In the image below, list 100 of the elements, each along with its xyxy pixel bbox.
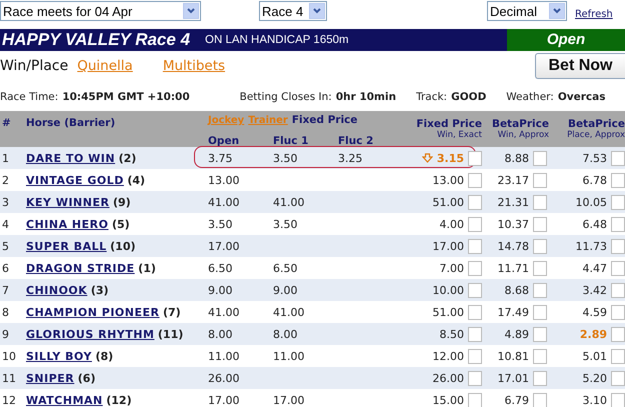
row-number: 1	[2, 152, 9, 164]
bet-type-tab[interactable]: Win/Place	[0, 58, 68, 74]
bet-checkbox[interactable]	[533, 172, 547, 188]
horse-link[interactable]: CHINOOK	[26, 284, 88, 296]
column-header: BetaPrice Place, Approx	[567, 118, 625, 140]
bet-checkbox[interactable]	[533, 282, 547, 298]
bet-checkbox[interactable]	[611, 260, 625, 276]
bet-checkbox[interactable]	[611, 238, 625, 254]
price-value: 3.15	[436, 152, 464, 164]
bet-checkbox[interactable]	[533, 194, 547, 210]
bet-now-button[interactable]: Bet Now	[535, 53, 625, 79]
horse-link[interactable]: VINTAGE GOLD	[26, 174, 124, 186]
bet-checkbox[interactable]	[611, 194, 625, 210]
horse-link[interactable]: WATCHMAN	[26, 394, 103, 406]
open-price: 17.00	[208, 394, 240, 406]
bet-checkbox[interactable]	[468, 392, 482, 407]
bet-checkbox[interactable]	[611, 326, 625, 342]
bet-checkbox[interactable]	[468, 348, 482, 364]
price-value: 10.81	[498, 350, 529, 362]
column-header: Horse (Barrier)	[26, 117, 116, 129]
bet-checkbox[interactable]	[611, 370, 625, 386]
bet-checkbox[interactable]	[468, 304, 482, 320]
bet-checkbox[interactable]	[611, 282, 625, 298]
price-value: 14.78	[498, 240, 529, 252]
price-value: 51.00	[432, 306, 464, 318]
price-value: 6.48	[582, 218, 607, 230]
price-value: 17.00	[432, 240, 464, 252]
bet-checkbox[interactable]	[611, 172, 625, 188]
column-header: Fixed Price	[292, 114, 358, 126]
price-value: 8.88	[504, 152, 529, 164]
bet-checkbox[interactable]	[533, 150, 547, 166]
bet-checkbox[interactable]	[468, 260, 482, 276]
bet-checkbox[interactable]	[611, 348, 625, 364]
bet-checkbox[interactable]	[468, 326, 482, 342]
row-number: 4	[2, 218, 9, 230]
price-value: 7.53	[582, 152, 607, 164]
horse-link[interactable]: CHINA HERO	[26, 218, 108, 230]
bet-checkbox[interactable]	[468, 150, 482, 166]
horse-link[interactable]: SNIPER	[26, 372, 74, 384]
refresh-link[interactable]: Refresh	[575, 8, 613, 20]
dropdown-select[interactable]: Decimal	[487, 1, 567, 21]
bet-checkbox[interactable]	[468, 282, 482, 298]
bet-checkbox[interactable]	[533, 348, 547, 364]
race-title: HAPPY VALLEY Race 4	[1, 29, 192, 51]
bet-checkbox[interactable]	[468, 238, 482, 254]
bet-checkbox[interactable]	[611, 150, 625, 166]
column-header: Open	[208, 135, 240, 147]
column-header: Fluc 1	[273, 135, 308, 147]
barrier-number: (9)	[112, 196, 131, 208]
price-value: 4.00	[440, 218, 464, 230]
horse-link[interactable]: GLORIOUS RHYTHM	[26, 328, 154, 340]
bet-checkbox[interactable]	[611, 392, 625, 407]
open-price: 26.00	[208, 372, 240, 384]
price-value: 51.00	[432, 196, 464, 208]
price-value: 21.31	[498, 196, 529, 208]
fluc-price: 3.50	[273, 152, 298, 164]
bet-checkbox[interactable]	[533, 238, 547, 254]
horse-link[interactable]: DARE TO WIN	[26, 152, 116, 164]
bet-checkbox[interactable]	[468, 370, 482, 386]
horse-link[interactable]: SILLY BOY	[26, 350, 92, 362]
bet-checkbox[interactable]	[468, 216, 482, 232]
column-header: Fluc 2	[338, 135, 374, 147]
bet-checkbox[interactable]	[611, 304, 625, 320]
horse-link[interactable]: KEY WINNER	[26, 196, 110, 208]
horse-link[interactable]: CHAMPION PIONEER	[26, 306, 160, 318]
price-value: 6.79	[504, 394, 529, 406]
race-subtitle: ON LAN HANDICAP 1650m	[205, 33, 350, 48]
price-value: 17.01	[498, 372, 529, 384]
row-number: 11	[2, 372, 16, 384]
barrier-number: (11)	[158, 328, 184, 340]
fluc-price: 6.50	[273, 262, 298, 274]
fluc-price: 3.25	[338, 152, 362, 164]
barrier-number: (10)	[110, 240, 136, 252]
column-header: Fixed Price Win, Exact	[416, 118, 482, 140]
info-value: Overcas	[558, 91, 606, 103]
row-number: 5	[2, 240, 9, 252]
price-value: 3.10	[582, 394, 607, 406]
bet-checkbox[interactable]	[611, 216, 625, 232]
horse-link[interactable]: SUPER BALL	[26, 240, 107, 252]
bet-checkbox[interactable]	[533, 392, 547, 407]
bet-checkbox[interactable]	[533, 370, 547, 386]
bet-checkbox[interactable]	[533, 326, 547, 342]
info-label: Betting Closes In:	[240, 91, 332, 103]
row-number: 9	[2, 328, 9, 340]
bet-checkbox[interactable]	[533, 304, 547, 320]
price-value: 2.89	[580, 328, 607, 340]
price-value: 5.20	[582, 372, 607, 384]
open-price: 41.00	[208, 196, 240, 208]
dropdown-select[interactable]: Race meets for 04 Apr	[0, 1, 201, 21]
price-value: 10.00	[432, 284, 464, 296]
barrier-number: (2)	[118, 152, 136, 164]
price-value: 4.59	[582, 306, 607, 318]
bet-checkbox[interactable]	[533, 260, 547, 276]
bet-checkbox[interactable]	[468, 172, 482, 188]
info-label: Track:	[416, 91, 448, 103]
bet-checkbox[interactable]	[468, 194, 482, 210]
bet-checkbox[interactable]	[533, 216, 547, 232]
price-value: 8.50	[440, 328, 464, 340]
dropdown-select[interactable]: Race 4	[259, 1, 327, 21]
horse-link[interactable]: DRAGON STRIDE	[26, 262, 135, 274]
